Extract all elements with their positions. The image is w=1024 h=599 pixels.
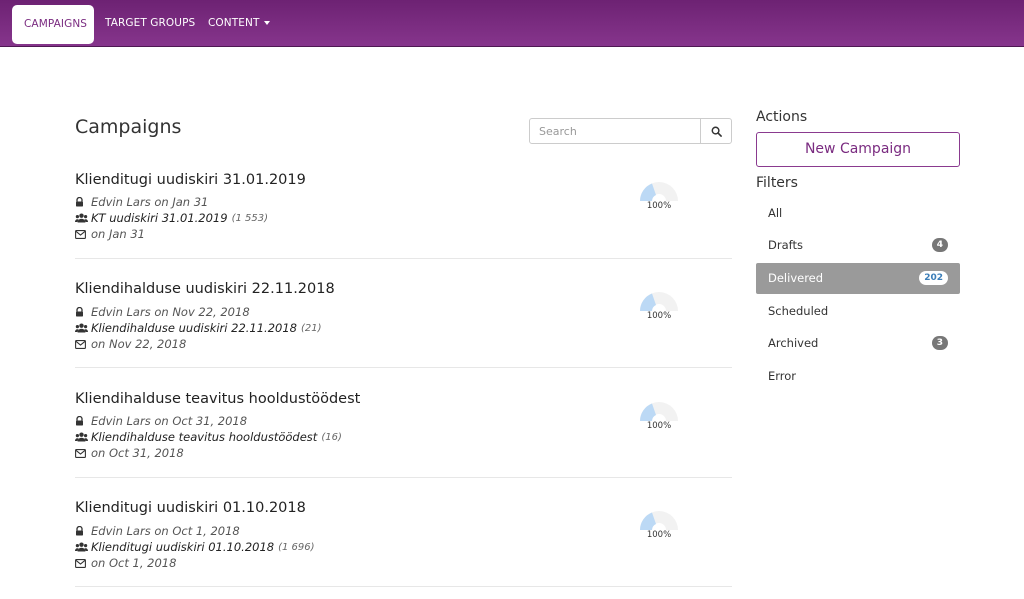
gauge-chart-icon	[640, 182, 678, 201]
filter-label: Delivered	[768, 271, 824, 285]
nav-tab-campaigns[interactable]: CAMPAIGNS	[12, 5, 94, 44]
envelope-icon	[75, 229, 86, 239]
filter-label: Error	[768, 369, 797, 383]
gauge-chart-icon	[640, 292, 678, 311]
campaign-target-group[interactable]: KT uudiskiri 31.01.2019	[91, 211, 228, 225]
top-navbar: CAMPAIGNS TARGET GROUPS CONTENT	[0, 0, 1024, 47]
progress-label: 100%	[646, 201, 672, 211]
campaign-author: Edvin Lars on Nov 22, 2018	[91, 305, 250, 319]
campaign-sent-line: on Nov 22, 2018	[75, 337, 186, 351]
filter-label: All	[768, 206, 783, 220]
gauge-chart-icon	[640, 511, 678, 530]
campaign-item[interactable]: Kliendihalduse teavitus hooldustöödest E…	[75, 391, 732, 478]
search-button[interactable]	[700, 118, 732, 144]
filter-label: Scheduled	[768, 304, 829, 318]
campaign-author: Edvin Lars on Oct 1, 2018	[91, 524, 240, 538]
filter-error[interactable]: Error	[756, 361, 960, 392]
new-campaign-button[interactable]: New Campaign	[756, 132, 960, 167]
campaign-author: Edvin Lars on Jan 31	[91, 195, 209, 209]
campaign-group-line: Kliendihalduse uudiskiri 22.11.2018 (21)	[75, 321, 322, 335]
filter-all[interactable]: All	[756, 198, 960, 229]
nav-tab-content[interactable]: CONTENT	[208, 0, 271, 46]
campaign-recipient-count: (21)	[300, 322, 322, 334]
campaign-group-line: Kliendihalduse teavitus hooldustöödest (…	[75, 430, 342, 444]
campaign-sent-line: on Oct 1, 2018	[75, 556, 176, 570]
lock-icon	[76, 526, 83, 536]
campaign-item[interactable]: Klienditugi uudiskiri 01.10.2018 Edvin L…	[75, 500, 732, 587]
nav-tab-target-groups-label: TARGET GROUPS	[105, 17, 196, 29]
filter-drafts[interactable]: Drafts 4	[756, 230, 960, 261]
campaign-author: Edvin Lars on Oct 31, 2018	[91, 414, 248, 428]
search-group	[529, 118, 732, 144]
count-badge: 4	[931, 238, 948, 252]
progress-label: 100%	[646, 530, 672, 540]
campaign-sent-date: on Nov 22, 2018	[91, 337, 187, 351]
nav-tab-campaigns-label: CAMPAIGNS	[24, 18, 88, 30]
progress-label: 100%	[646, 311, 672, 321]
nav-tab-target-groups[interactable]: TARGET GROUPS	[105, 0, 195, 46]
progress-gauge: 100%	[638, 290, 680, 321]
lock-icon	[76, 197, 83, 207]
divider	[75, 586, 732, 587]
campaign-title[interactable]: Klienditugi uudiskiri 31.01.2019	[75, 172, 306, 188]
search-icon	[711, 126, 722, 137]
page-title: Campaigns	[75, 116, 182, 138]
campaign-item[interactable]: Kliendihalduse uudiskiri 22.11.2018 Edvi…	[75, 281, 732, 368]
campaign-sent-date: on Oct 1, 2018	[91, 556, 177, 570]
divider	[75, 367, 732, 368]
users-icon	[75, 542, 88, 552]
campaign-sent-line: on Jan 31	[75, 227, 145, 241]
users-icon	[75, 323, 88, 333]
nav-tab-content-label: CONTENT	[208, 17, 260, 29]
filter-scheduled[interactable]: Scheduled	[756, 296, 960, 327]
progress-gauge: 100%	[638, 180, 680, 211]
campaign-recipient-count: (16)	[321, 431, 342, 443]
progress-gauge: 100%	[638, 509, 680, 540]
campaign-author-line: Edvin Lars on Oct 1, 2018	[75, 524, 240, 538]
users-icon	[75, 213, 88, 223]
campaign-author-line: Edvin Lars on Oct 31, 2018	[75, 414, 247, 428]
campaign-recipient-count: (1 696)	[278, 541, 315, 553]
campaign-title[interactable]: Klienditugi uudiskiri 01.10.2018	[75, 500, 306, 516]
search-input[interactable]	[529, 118, 701, 144]
envelope-icon	[75, 339, 86, 349]
progress-gauge: 100%	[638, 400, 680, 431]
divider	[75, 477, 732, 478]
campaign-target-group[interactable]: Klienditugi uudiskiri 01.10.2018	[91, 540, 274, 554]
campaign-title[interactable]: Kliendihalduse teavitus hooldustöödest	[75, 391, 360, 407]
envelope-icon	[75, 448, 86, 458]
campaign-sent-line: on Oct 31, 2018	[75, 446, 184, 460]
envelope-icon	[75, 558, 86, 568]
campaign-target-group[interactable]: Kliendihalduse teavitus hooldustöödest	[91, 430, 317, 444]
gauge-chart-icon	[640, 402, 678, 421]
lock-icon	[76, 307, 83, 317]
campaign-group-line: KT uudiskiri 31.01.2019 (1 553)	[75, 211, 268, 225]
divider	[75, 258, 732, 259]
count-badge: 3	[931, 336, 948, 350]
filter-label: Archived	[768, 336, 819, 350]
campaign-sent-date: on Jan 31	[91, 227, 145, 241]
campaign-sent-date: on Oct 31, 2018	[91, 446, 184, 460]
progress-label: 100%	[646, 421, 672, 431]
campaign-author-line: Edvin Lars on Jan 31	[75, 195, 208, 209]
lock-icon	[76, 416, 83, 426]
campaign-group-line: Klienditugi uudiskiri 01.10.2018 (1 696)	[75, 540, 315, 554]
campaign-target-group[interactable]: Kliendihalduse uudiskiri 22.11.2018	[91, 321, 297, 335]
actions-heading: Actions	[756, 109, 808, 125]
filters-heading: Filters	[756, 175, 798, 191]
campaign-recipient-count: (1 553)	[231, 212, 268, 224]
caret-down-icon	[264, 21, 271, 25]
users-icon	[75, 432, 88, 442]
campaign-title[interactable]: Kliendihalduse uudiskiri 22.11.2018	[75, 281, 335, 297]
filter-delivered[interactable]: Delivered 202	[756, 263, 960, 294]
filter-archived[interactable]: Archived 3	[756, 328, 960, 359]
filter-label: Drafts	[768, 238, 803, 252]
count-badge: 202	[919, 271, 948, 285]
campaign-item[interactable]: Klienditugi uudiskiri 31.01.2019 Edvin L…	[75, 172, 732, 259]
campaign-author-line: Edvin Lars on Nov 22, 2018	[75, 305, 250, 319]
